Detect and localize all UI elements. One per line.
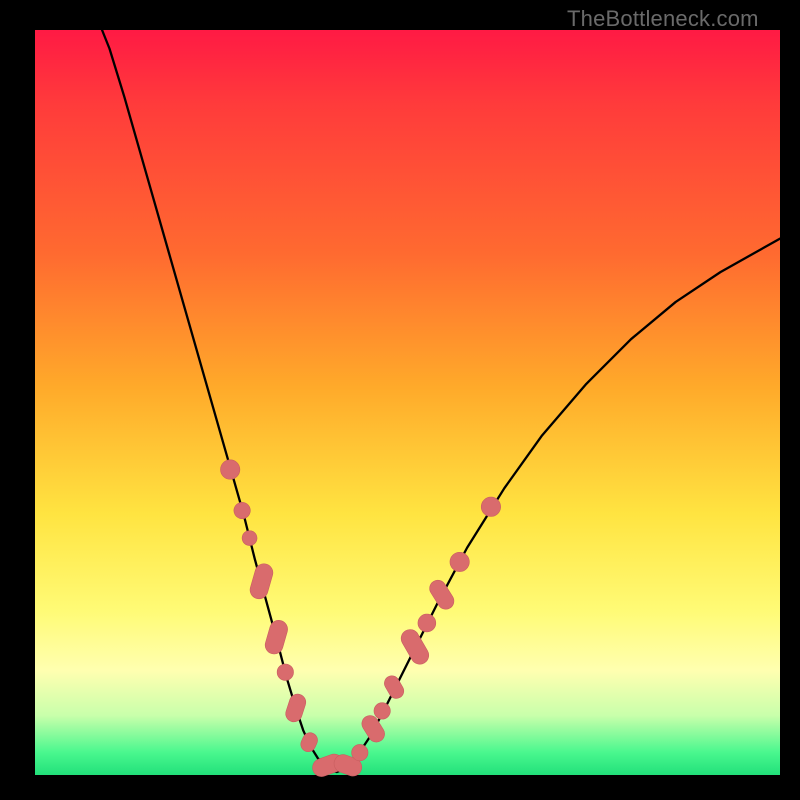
outer-frame: TheBottleneck.com [0,0,800,800]
chart-overlay [0,0,800,800]
curve-line [102,30,780,772]
data-markers [221,460,501,779]
